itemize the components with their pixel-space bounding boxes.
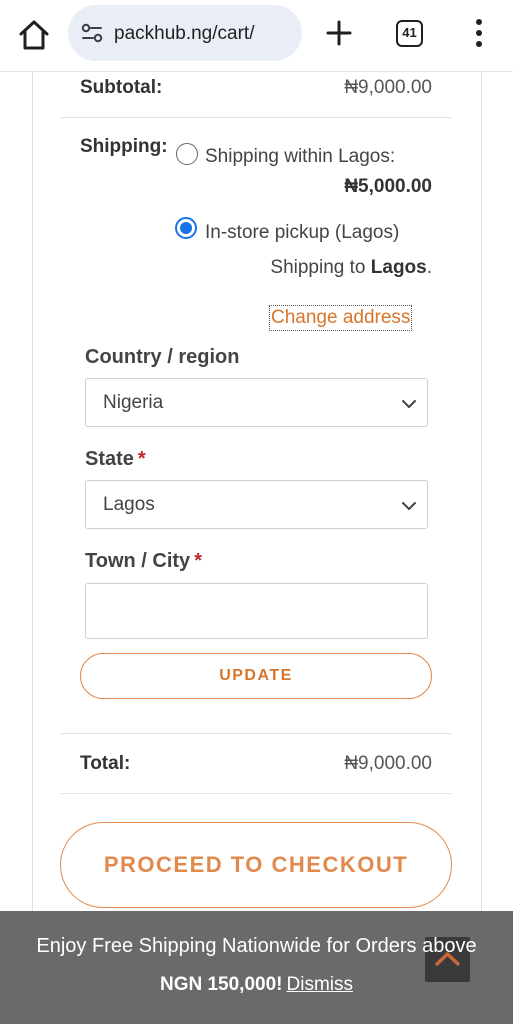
- chevron-down-icon: [401, 397, 417, 409]
- tab-switcher-button[interactable]: 41: [396, 20, 423, 47]
- change-address-link[interactable]: Change address: [269, 305, 413, 331]
- shipping-to-suffix: .: [426, 257, 432, 278]
- state-label-text: State: [85, 448, 134, 470]
- divider: [60, 117, 452, 118]
- town-label-text: Town / City: [85, 550, 191, 572]
- dismiss-link[interactable]: Dismiss: [287, 974, 354, 995]
- plus-icon[interactable]: [322, 16, 356, 50]
- state-value: Lagos: [103, 494, 155, 515]
- shipping-option-lagos-label[interactable]: Shipping within Lagos:: [205, 146, 395, 168]
- divider: [60, 733, 452, 734]
- country-value: Nigeria: [103, 392, 164, 413]
- home-icon[interactable]: [16, 17, 52, 53]
- state-label: State *: [85, 448, 146, 471]
- banner-threshold: NGN 150,000!: [159, 974, 283, 995]
- required-mark: *: [194, 550, 202, 572]
- subtotal-value: ₦9,000.00: [344, 77, 432, 98]
- required-mark: *: [137, 448, 146, 470]
- shipping-destination: Shipping to Lagos.: [270, 257, 432, 279]
- update-button[interactable]: UPDATE: [80, 653, 432, 699]
- shipping-to-place: Lagos: [370, 257, 427, 278]
- banner-text-line2: NGN 150,000! Dismiss: [0, 974, 513, 996]
- shipping-option-lagos-radio[interactable]: [176, 143, 198, 165]
- banner-text: Enjoy Free Shipping Nationwide for Order…: [36, 935, 477, 957]
- state-select[interactable]: Lagos: [85, 480, 428, 529]
- site-info-icon[interactable]: [80, 21, 104, 45]
- shipping-to-prefix: Shipping to: [270, 257, 366, 278]
- url-text[interactable]: packhub.ng/cart/: [114, 23, 254, 45]
- country-label: Country / region: [85, 346, 240, 368]
- more-vert-icon[interactable]: [468, 16, 490, 50]
- pickup-option-label[interactable]: In-store pickup (Lagos): [205, 222, 399, 244]
- divider: [60, 793, 452, 794]
- total-value: ₦9,000.00: [344, 753, 432, 774]
- browser-toolbar: packhub.ng/cart/ 41: [0, 0, 513, 72]
- proceed-to-checkout-button[interactable]: PROCEED TO CHECKOUT: [60, 822, 452, 908]
- pickup-option-radio[interactable]: [175, 217, 197, 239]
- free-shipping-banner: Enjoy Free Shipping Nationwide for Order…: [0, 911, 513, 1024]
- town-label: Town / City *: [85, 550, 202, 573]
- subtotal-label: Subtotal:: [80, 77, 163, 98]
- town-city-input[interactable]: [85, 583, 428, 639]
- shipping-label: Shipping:: [80, 136, 168, 157]
- total-label: Total:: [80, 753, 131, 774]
- chevron-down-icon: [401, 499, 417, 511]
- country-select[interactable]: Nigeria: [85, 378, 428, 427]
- shipping-option-lagos-price: ₦5,000.00: [344, 176, 432, 197]
- address-bar[interactable]: packhub.ng/cart/: [68, 5, 302, 61]
